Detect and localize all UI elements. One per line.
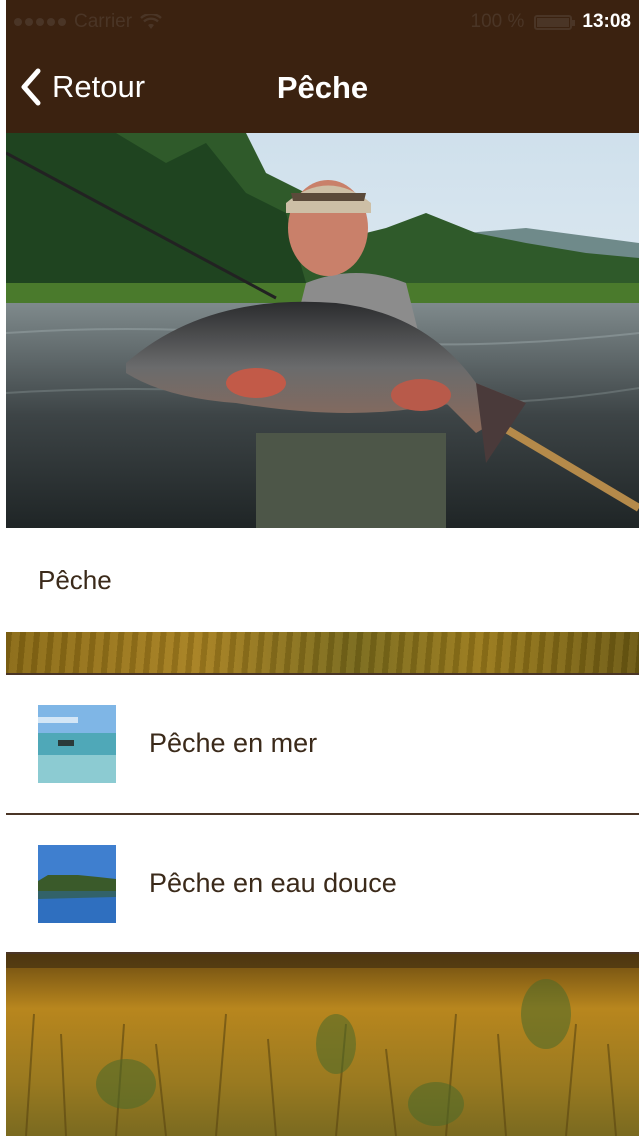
carrier-label: Carrier <box>74 11 133 32</box>
list-item-peche-en-mer[interactable]: Pêche en mer <box>6 675 639 813</box>
sea-boat-image <box>38 705 116 783</box>
lake-forest-image <box>38 845 116 923</box>
signal-dots-icon <box>14 18 66 26</box>
app-screen: Carrier 100 % 13:08 Retour Pêche Pêche P… <box>6 0 639 1136</box>
status-time: 13:08 <box>582 11 631 32</box>
battery-percent: 100 % <box>470 11 525 32</box>
list-item-label: Pêche en mer <box>149 728 318 758</box>
status-right: 100 % 13:08 <box>471 11 631 33</box>
page-title: Pêche <box>276 70 369 105</box>
status-left: Carrier <box>14 11 162 33</box>
section-header: Pêche <box>6 528 639 632</box>
grass-field-background <box>6 954 639 1136</box>
battery-icon <box>534 14 576 30</box>
hero-fishing-photo <box>6 133 639 528</box>
list-item-peche-en-eau-douce[interactable]: Pêche en eau douce <box>6 815 639 953</box>
section-title: Pêche <box>38 565 112 595</box>
grass-background-strip <box>6 632 639 674</box>
navigation-bar: Carrier 100 % 13:08 Retour Pêche <box>6 0 639 133</box>
wifi-icon <box>140 14 162 29</box>
status-bar: Carrier 100 % 13:08 <box>6 0 639 44</box>
list-item-label: Pêche en eau douce <box>149 868 397 898</box>
